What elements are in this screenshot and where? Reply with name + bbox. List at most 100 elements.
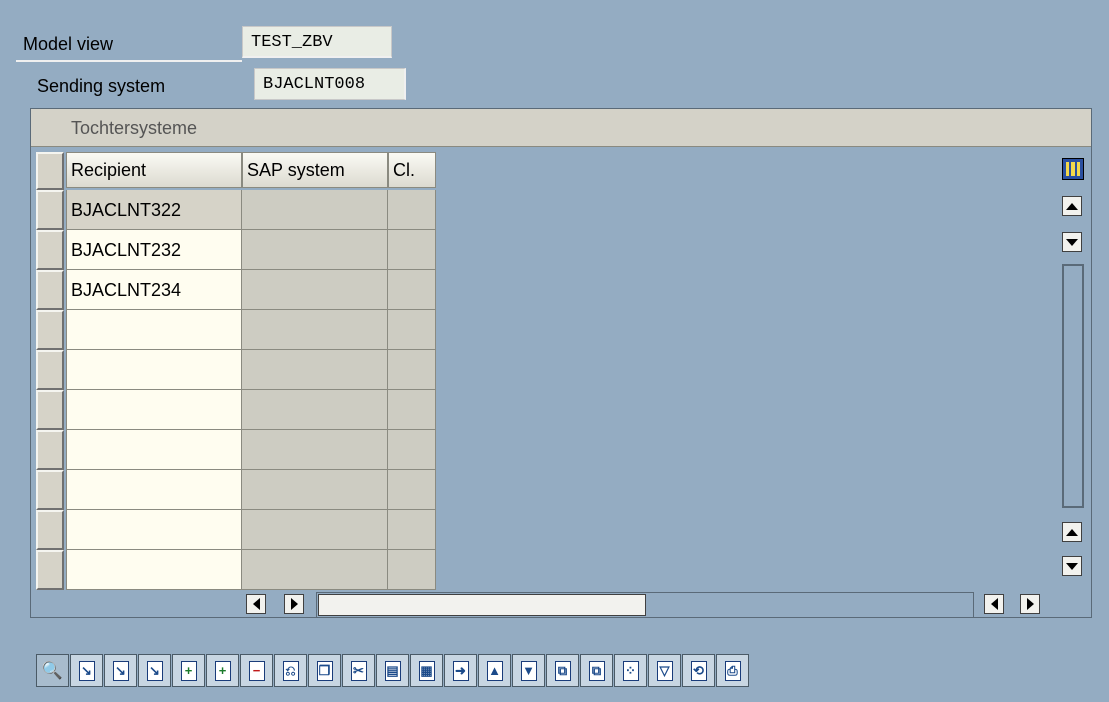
delete-row-icon: − — [252, 663, 261, 678]
arrow-right-icon — [290, 598, 298, 610]
find-next-button[interactable]: ⧉ — [580, 654, 613, 687]
client-cell — [388, 190, 436, 230]
arrow-down-icon — [1066, 562, 1078, 570]
scroll-up-button[interactable] — [1062, 196, 1082, 216]
table-toolbar: 🔍 ↘ ↘ ↘ + + − ⎌ ❐ ✂ ▤ ▦ ➜ ▲ ▼ ⧉ ⧉ ⁘ ▽ ⟲ ⎙ — [36, 654, 749, 688]
sap-system-cell — [242, 310, 388, 350]
insert-row-icon: ↘ — [81, 663, 92, 678]
details-button: 🔍 — [36, 654, 69, 687]
arrow-up-icon — [1066, 528, 1078, 536]
scroll-page-right-button[interactable] — [1020, 594, 1040, 614]
select-layout-button[interactable]: ⁘ — [614, 654, 647, 687]
arrow-right-icon — [1026, 598, 1034, 610]
scroll-left-button[interactable] — [246, 594, 266, 614]
scroll-page-up-button[interactable] — [1062, 522, 1082, 542]
find-icon: ⧉ — [557, 663, 568, 678]
client-cell — [388, 550, 436, 590]
add-entry-button[interactable]: + — [172, 654, 205, 687]
copy-row-button[interactable]: ↘ — [138, 654, 171, 687]
sap-system-cell — [242, 470, 388, 510]
column-header[interactable]: SAP system — [242, 152, 388, 188]
sort-descending-button[interactable]: ▼ — [512, 654, 545, 687]
client-cell — [388, 270, 436, 310]
insert-row-button[interactable]: ↘ — [70, 654, 103, 687]
add-entry-icon: + — [184, 663, 193, 678]
horizontal-scrollbar-thumb[interactable] — [318, 594, 646, 616]
client-cell — [388, 510, 436, 550]
print-button[interactable]: ⎙ — [716, 654, 749, 687]
recipient-cell[interactable] — [66, 470, 242, 510]
column-layout-icon[interactable] — [1062, 158, 1084, 180]
sending-system-label: Sending system — [37, 76, 166, 96]
scroll-page-down-button[interactable] — [1062, 232, 1082, 252]
find-button[interactable]: ⧉ — [546, 654, 579, 687]
details-icon: 🔍 — [41, 661, 64, 680]
paste-new-rows-button[interactable]: ➜ — [444, 654, 477, 687]
copy-row-icon: ↘ — [149, 663, 160, 678]
vertical-scrollbar-track[interactable] — [1062, 264, 1084, 508]
delete-row-button[interactable]: − — [240, 654, 273, 687]
recipient-cell[interactable] — [66, 510, 242, 550]
row-selector[interactable] — [36, 550, 64, 590]
scroll-page-left-button[interactable] — [984, 594, 1004, 614]
recipient-cell[interactable] — [66, 350, 242, 390]
copy-text-button[interactable]: ▤ — [376, 654, 409, 687]
recipient-cell[interactable]: BJACLNT232 — [66, 230, 242, 270]
column-header[interactable]: Cl. — [388, 152, 436, 188]
cut-button[interactable]: ✂ — [342, 654, 375, 687]
row-selector[interactable] — [36, 430, 64, 470]
row-selector[interactable] — [36, 270, 64, 310]
paste-button[interactable]: ▦ — [410, 654, 443, 687]
row-selector[interactable] — [36, 390, 64, 430]
filter-icon: ▽ — [659, 663, 670, 678]
select-all-button[interactable] — [36, 152, 64, 190]
sap-system-cell — [242, 230, 388, 270]
row-selector[interactable] — [36, 310, 64, 350]
sap-system-cell — [242, 350, 388, 390]
client-cell — [388, 430, 436, 470]
client-cell — [388, 230, 436, 270]
row-selector[interactable] — [36, 470, 64, 510]
find-next-icon: ⧉ — [591, 663, 602, 678]
append-row-icon: ↘ — [115, 663, 126, 678]
row-selector[interactable] — [36, 230, 64, 270]
refresh-icon: ⟲ — [693, 663, 704, 678]
sort-ascending-button[interactable]: ▲ — [478, 654, 511, 687]
client-cell — [388, 470, 436, 510]
recipient-cell[interactable]: BJACLNT234 — [66, 270, 242, 310]
arrow-up-icon — [1066, 202, 1078, 210]
refresh-button[interactable]: ⟲ — [682, 654, 715, 687]
scroll-down-button[interactable] — [1062, 556, 1082, 576]
scroll-right-button[interactable] — [284, 594, 304, 614]
recipient-cell[interactable]: BJACLNT322 — [66, 190, 242, 230]
copy-icon: ❐ — [318, 663, 331, 678]
row-selector[interactable] — [36, 350, 64, 390]
arrow-down-icon — [1066, 238, 1078, 246]
model-view-field[interactable]: TEST_ZBV — [242, 26, 392, 58]
sap-system-cell — [242, 190, 388, 230]
recipient-cell[interactable] — [66, 550, 242, 590]
insert-entry-icon: + — [218, 663, 227, 678]
filter-button[interactable]: ▽ — [648, 654, 681, 687]
model-view-label: Model view — [16, 26, 242, 62]
insert-entry-button[interactable]: + — [206, 654, 239, 687]
client-cell — [388, 390, 436, 430]
recipient-cell[interactable] — [66, 430, 242, 470]
recipient-cell[interactable] — [66, 310, 242, 350]
copy-text-icon: ▤ — [386, 663, 399, 678]
sap-system-cell — [242, 270, 388, 310]
row-selector[interactable] — [36, 190, 64, 230]
select-layout-icon: ⁘ — [625, 663, 636, 678]
row-selector[interactable] — [36, 510, 64, 550]
client-cell — [388, 350, 436, 390]
copy-button[interactable]: ❐ — [308, 654, 341, 687]
sending-system-field[interactable]: BJACLNT008 — [254, 68, 406, 100]
sap-system-cell — [242, 550, 388, 590]
sort-ascending-icon: ▲ — [488, 663, 501, 678]
column-header[interactable]: Recipient — [66, 152, 242, 188]
arrow-left-icon — [990, 598, 998, 610]
append-row-button[interactable]: ↘ — [104, 654, 137, 687]
print-icon: ⎙ — [727, 663, 738, 678]
undo-button[interactable]: ⎌ — [274, 654, 307, 687]
recipient-cell[interactable] — [66, 390, 242, 430]
